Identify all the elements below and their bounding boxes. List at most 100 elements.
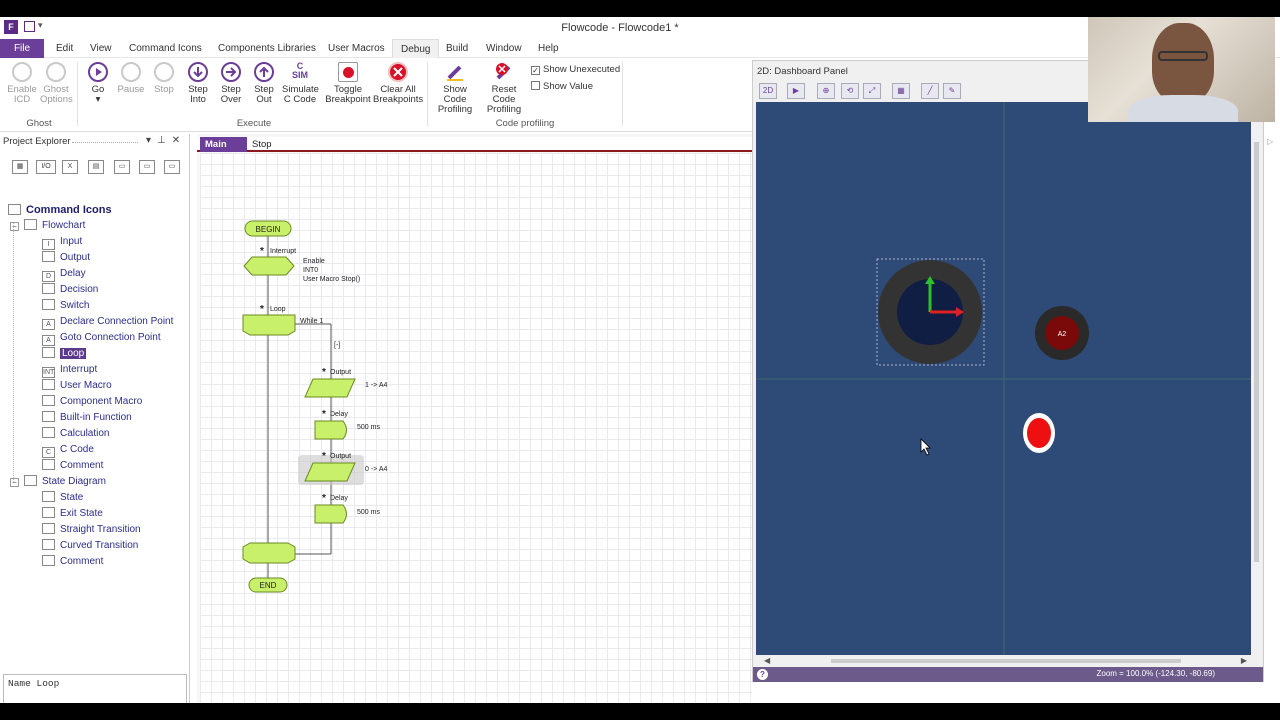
menu-view[interactable]: View bbox=[82, 39, 120, 58]
flowchart-icon-loop-end[interactable] bbox=[242, 542, 296, 564]
menu-build[interactable]: Build bbox=[438, 39, 476, 58]
simulate-c-code-button[interactable]: C SIM Simulate C Code bbox=[282, 62, 319, 105]
pointer-icon[interactable]: ▶ bbox=[787, 83, 805, 99]
collapse-icon[interactable]: − bbox=[10, 478, 19, 487]
tree-item-calculation[interactable]: Calculation bbox=[42, 426, 109, 442]
expand-icon[interactable]: ⤢ bbox=[863, 83, 881, 99]
tree-item-component-macro[interactable]: Component Macro bbox=[42, 394, 142, 410]
help-icon[interactable]: ? bbox=[757, 669, 768, 680]
step-over-button[interactable]: Step Over bbox=[216, 62, 246, 105]
fit-icon[interactable]: ⊕ bbox=[817, 83, 835, 99]
go-dropdown-icon[interactable]: ▾ bbox=[84, 95, 112, 105]
show-unexecuted-checkbox[interactable]: ✓ Show Unexecuted bbox=[531, 64, 620, 75]
close-icon[interactable]: ✕ bbox=[172, 135, 186, 146]
flowchart-icon-end[interactable]: END bbox=[248, 577, 288, 593]
panel-icon[interactable]: ▭ bbox=[114, 160, 130, 174]
menu-help[interactable]: Help bbox=[530, 39, 567, 58]
pin-icon[interactable]: ⊥ bbox=[157, 135, 172, 146]
reset-code-profiling-button[interactable]: Reset Code Profiling bbox=[480, 62, 528, 115]
tree-item-decision[interactable]: Decision bbox=[42, 282, 98, 298]
menu-command-icons[interactable]: Command Icons bbox=[121, 39, 210, 58]
tab-main[interactable]: Main ✕ bbox=[200, 137, 247, 165]
flowchart-icon-output-2[interactable]: * Output 0 -> A4 bbox=[298, 451, 387, 485]
tree-item-c-code[interactable]: C C Code bbox=[42, 442, 94, 458]
panel-grip[interactable] bbox=[72, 142, 138, 143]
flowchart-icon-delay-2[interactable]: * Delay 500 ms bbox=[314, 493, 380, 524]
flowchart-icon-delay-1[interactable]: * Delay 500 ms bbox=[314, 409, 380, 440]
collapse-icon[interactable]: − bbox=[10, 222, 19, 231]
scroll-left-icon[interactable]: ◀ bbox=[764, 656, 770, 665]
step-into-button[interactable]: Step Into bbox=[183, 62, 213, 105]
component-icon[interactable]: ▤ bbox=[88, 160, 104, 174]
tree-group-state-diagram[interactable]: − State Diagram bbox=[10, 474, 106, 490]
go-button[interactable]: Go ▾ bbox=[84, 62, 112, 105]
tree-item-interrupt[interactable]: INT Interrupt bbox=[42, 362, 97, 378]
project-explorer-toolbar: ▦ I/O X ▤ ▭ ▭ ▭ bbox=[2, 152, 188, 188]
led-a2-component[interactable]: A2 bbox=[1035, 306, 1089, 360]
tree-item-built-in-function[interactable]: Built-in Function bbox=[42, 410, 132, 426]
tree-item-goto-connection-point[interactable]: A Goto Connection Point bbox=[42, 330, 161, 346]
tree-item-user-macro[interactable]: User Macro bbox=[42, 378, 112, 394]
red-led-on[interactable] bbox=[1023, 413, 1055, 453]
tree-item-loop[interactable]: Loop bbox=[42, 346, 87, 362]
scroll-right-icon[interactable]: ▶ bbox=[1241, 656, 1247, 665]
tree-item-declare-connection-point[interactable]: A Declare Connection Point bbox=[42, 314, 173, 330]
flowchart-icon-interrupt[interactable]: * Interrupt Enable INT0 User Macro Stop(… bbox=[243, 246, 360, 283]
dashboard-vertical-scrollbar[interactable] bbox=[1251, 102, 1262, 655]
simulate-label-2: C Code bbox=[283, 94, 317, 105]
menu-window[interactable]: Window bbox=[478, 39, 530, 58]
toggle-breakpoint-button[interactable]: Toggle Breakpoint bbox=[325, 62, 371, 105]
clear-breakpoints-icon bbox=[388, 62, 408, 82]
delay-1-text: 500 ms bbox=[357, 424, 380, 431]
menu-user-macros[interactable]: User Macros bbox=[320, 39, 393, 58]
tree-item-comment[interactable]: Comment bbox=[42, 458, 103, 474]
clear-all-breakpoints-button[interactable]: Clear All Breakpoints bbox=[373, 62, 423, 105]
tree-item-state-comment[interactable]: Comment bbox=[42, 554, 103, 570]
tree-group-flowchart[interactable]: − Flowchart bbox=[10, 218, 85, 234]
stop-button[interactable]: Stop bbox=[150, 62, 178, 95]
grid-icon[interactable]: ▦ bbox=[12, 160, 28, 174]
dashboard-horizontal-scrollbar[interactable]: ◀ ▶ bbox=[756, 655, 1251, 667]
tab-stop[interactable]: Stop bbox=[247, 137, 277, 152]
enable-icd-button[interactable]: Enable ICD bbox=[6, 62, 38, 105]
dropdown-icon[interactable]: ▾ bbox=[146, 135, 157, 146]
menu-edit[interactable]: Edit bbox=[48, 39, 81, 58]
flowchart-icon-begin[interactable]: BEGIN bbox=[244, 220, 292, 237]
rotate-icon[interactable]: ⟲ bbox=[841, 83, 859, 99]
flowchart-icon-loop[interactable]: * Loop While 1 [-] bbox=[242, 304, 340, 349]
tree-item-state-curved-transition[interactable]: Curved Transition bbox=[42, 538, 138, 554]
switch-component[interactable] bbox=[876, 258, 985, 366]
flowchart-icon-output-1[interactable]: * Output 1 -> A4 bbox=[304, 367, 387, 398]
tree-item-state-exit-state[interactable]: Exit State bbox=[42, 506, 103, 522]
scroll-right-arrow-icon[interactable]: ▷ bbox=[1267, 137, 1273, 146]
flowchart-canvas[interactable]: BEGIN * Interrupt Enable INT0 User Macro… bbox=[200, 153, 752, 703]
tree-item-output[interactable]: Output bbox=[42, 250, 90, 266]
2d-icon[interactable]: 2D bbox=[759, 83, 777, 99]
tree-item-state-state[interactable]: State bbox=[42, 490, 83, 506]
tree-item-state-straight-transition[interactable]: Straight Transition bbox=[42, 522, 141, 538]
menu-debug[interactable]: Debug bbox=[392, 39, 440, 58]
tree-item-switch[interactable]: Switch bbox=[42, 298, 89, 314]
pen-icon[interactable]: ✎ bbox=[943, 83, 961, 99]
show-value-checkbox[interactable]: Show Value bbox=[531, 81, 593, 92]
dashboard-canvas[interactable]: A2 bbox=[756, 102, 1251, 655]
show-code-profiling-button[interactable]: Show Code Profiling bbox=[431, 62, 479, 115]
loop-collapse-toggle[interactable]: [-] bbox=[334, 342, 340, 349]
grid-icon[interactable]: ▦ bbox=[892, 83, 910, 99]
tree-item-delay[interactable]: D Delay bbox=[42, 266, 86, 282]
x-icon[interactable]: X bbox=[62, 160, 78, 174]
panel-icon[interactable]: ▭ bbox=[139, 160, 155, 174]
step-out-button[interactable]: Step Out bbox=[249, 62, 279, 105]
menu-file[interactable]: File bbox=[0, 39, 44, 58]
io-icon[interactable]: I/O bbox=[36, 160, 56, 174]
tree-label: Exit State bbox=[60, 508, 103, 519]
pause-button[interactable]: Pause bbox=[117, 62, 145, 95]
tree-item-input[interactable]: I Input bbox=[42, 234, 82, 250]
loop-title: Loop bbox=[270, 306, 286, 313]
ghost-options-button[interactable]: Ghost Options bbox=[40, 62, 73, 105]
tree-root-command-icons[interactable]: Command Icons bbox=[8, 202, 112, 218]
panel-icon[interactable]: ▭ bbox=[164, 160, 180, 174]
wrench-icon[interactable]: ╱ bbox=[921, 83, 939, 99]
folder-icon bbox=[24, 219, 37, 230]
menu-components-libraries[interactable]: Components Libraries bbox=[210, 39, 324, 58]
